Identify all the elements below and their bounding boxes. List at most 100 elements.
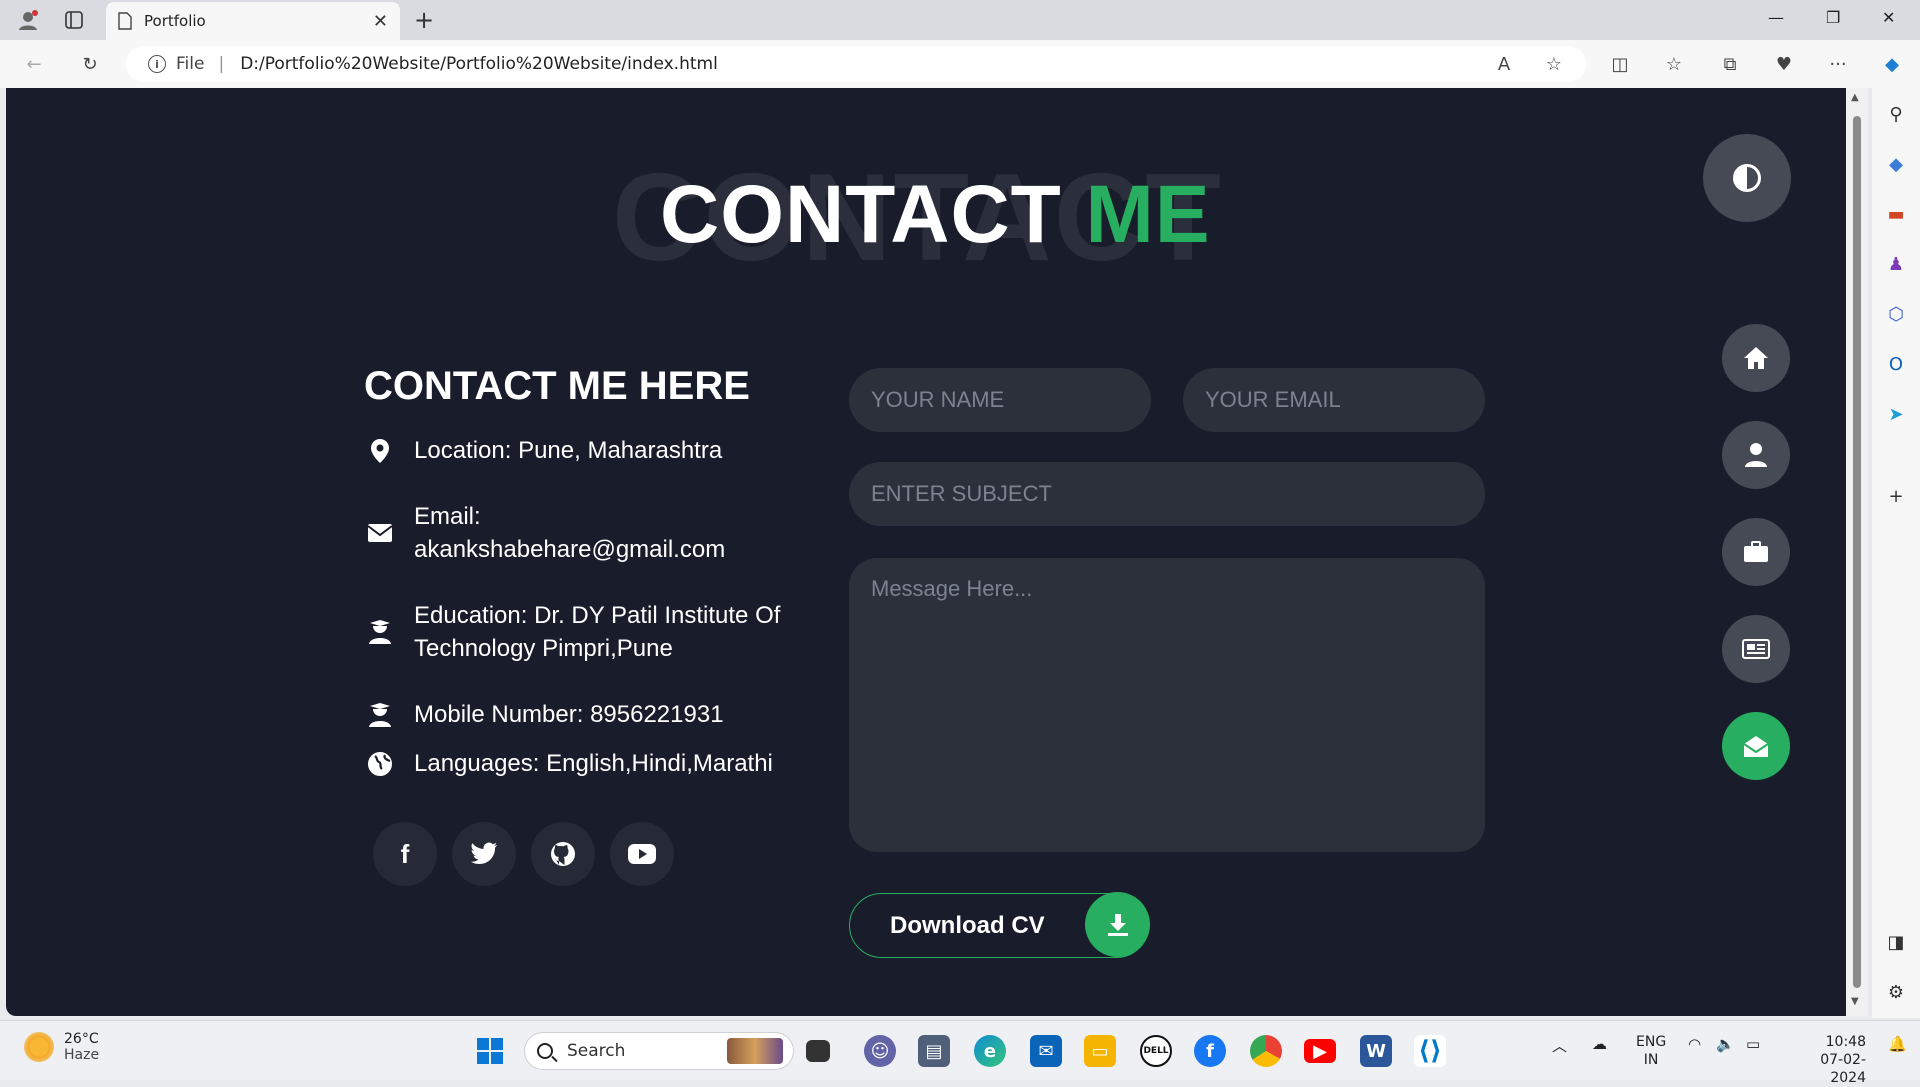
name-field[interactable]: YOUR NAME — [849, 368, 1151, 432]
youtube-app-icon[interactable]: ▶ — [1304, 1039, 1336, 1063]
search-icon[interactable]: ⚲ — [1884, 102, 1908, 126]
outlook-icon[interactable]: O — [1884, 352, 1908, 376]
language-indicator[interactable]: ENG IN — [1636, 1033, 1666, 1069]
add-sidebar-item-icon[interactable]: + — [1884, 484, 1908, 508]
send-icon[interactable]: ➤ — [1884, 402, 1908, 426]
tray-overflow-chevron-icon[interactable]: ︿ — [1552, 1035, 1567, 1056]
download-cv-label: Download CV — [890, 911, 1045, 939]
address-bar[interactable]: i File | D:/Portfolio%20Website/Portfoli… — [126, 46, 1586, 82]
sidebar-toggle-icon[interactable]: ◨ — [1884, 930, 1908, 954]
edge-sidebar: ⚲ ◆ ▬ ♟ ⬡ O ➤ + ◨ ⚙ — [1872, 88, 1920, 1018]
nav-about-button[interactable] — [1722, 421, 1790, 489]
close-tab-icon[interactable]: ✕ — [373, 11, 388, 32]
read-aloud-icon[interactable]: A — [1492, 52, 1516, 76]
printer-app-icon[interactable]: ▤ — [918, 1035, 950, 1067]
youtube-icon — [628, 844, 656, 864]
weather-widget[interactable]: 26°C Haze — [24, 1031, 99, 1063]
url-text[interactable]: D:/Portfolio%20Website/Portfolio%20Websi… — [240, 54, 718, 74]
start-windows-icon[interactable] — [474, 1035, 506, 1067]
wifi-icon[interactable]: ◠ — [1688, 1035, 1701, 1053]
refresh-icon[interactable]: ↻ — [78, 52, 102, 76]
favorite-star-icon[interactable]: ☆ — [1542, 52, 1566, 76]
youtube-button[interactable] — [610, 822, 674, 886]
message-textarea[interactable]: Message Here... — [849, 558, 1485, 852]
home-icon — [1744, 347, 1768, 369]
envelope-icon — [364, 516, 396, 549]
search-highlight-image — [727, 1038, 783, 1064]
chrome-icon[interactable] — [1250, 1035, 1282, 1067]
mail-icon[interactable]: ✉ — [1030, 1035, 1062, 1067]
address-separator: | — [218, 54, 225, 74]
taskbar-search[interactable]: Search — [524, 1032, 794, 1070]
collections-icon[interactable]: ⧉ — [1718, 52, 1742, 76]
nav-blog-button[interactable] — [1722, 615, 1790, 683]
nav-portfolio-button[interactable] — [1722, 518, 1790, 586]
tab-portfolio[interactable]: Portfolio ✕ — [106, 2, 400, 40]
subject-placeholder: ENTER SUBJECT — [871, 481, 1052, 506]
minimize-button[interactable]: — — [1768, 8, 1784, 27]
profile-icon[interactable] — [16, 8, 40, 32]
restore-button[interactable]: ❐ — [1826, 8, 1840, 27]
download-cv-button[interactable]: Download CV — [849, 892, 1150, 958]
task-view-icon[interactable] — [806, 1040, 830, 1062]
haze-sun-icon — [24, 1032, 54, 1062]
system-clock[interactable]: 10:48 07-02-2024 — [1786, 1033, 1866, 1087]
tab-actions-icon[interactable] — [62, 8, 86, 32]
search-icon — [537, 1043, 553, 1059]
close-window-button[interactable]: ✕ — [1882, 8, 1895, 27]
download-icon — [1085, 892, 1150, 957]
facebook-button[interactable]: f — [373, 822, 437, 886]
copilot-icon[interactable]: ◆ — [1880, 52, 1904, 76]
location-pin-icon — [364, 434, 396, 467]
scrollbar-thumb[interactable] — [1853, 116, 1861, 988]
games-icon[interactable]: ♟ — [1884, 252, 1908, 276]
dell-icon[interactable]: DELL — [1140, 1035, 1172, 1067]
edge-browser-icon[interactable]: e — [974, 1035, 1006, 1067]
onedrive-icon[interactable]: ☁ — [1592, 1035, 1607, 1053]
split-screen-icon[interactable]: ◫ — [1608, 52, 1632, 76]
scroll-up-arrow[interactable]: ▲ — [1851, 92, 1859, 103]
title-main: CONTACT — [660, 169, 1062, 260]
battery-icon[interactable]: ▭ — [1746, 1035, 1760, 1053]
briefcase-icon — [1744, 541, 1768, 562]
taskbar-search-label: Search — [567, 1041, 626, 1061]
github-button[interactable] — [531, 822, 595, 886]
graduate-icon — [364, 615, 396, 648]
volume-icon[interactable]: 🔈 — [1716, 1035, 1735, 1053]
vscode-icon[interactable]: ⟨⟩ — [1414, 1035, 1446, 1067]
windows-taskbar: 26°C Haze Search ☺ ▤ e ✉ ▭ DELL f ▶ W ⟨⟩… — [0, 1020, 1920, 1086]
notification-icon[interactable]: 🔔 — [1888, 1035, 1907, 1053]
subject-field[interactable]: ENTER SUBJECT — [849, 462, 1485, 526]
favorites-icon[interactable]: ☆ — [1662, 52, 1686, 76]
browser-essentials-icon[interactable]: ♥ — [1772, 52, 1796, 76]
info-languages-text: Languages: English,Hindi,Marathi — [414, 750, 773, 777]
facebook-app-icon[interactable]: f — [1194, 1035, 1226, 1067]
nav-contact-button[interactable] — [1722, 712, 1790, 780]
info-location-text: Location: Pune, Maharashtra — [414, 437, 723, 464]
info-icon[interactable]: i — [148, 55, 166, 73]
page-scrollbar[interactable]: ▲ ▼ — [1846, 88, 1868, 1016]
more-options-icon[interactable]: ··· — [1826, 52, 1850, 76]
word-icon[interactable]: W — [1360, 1035, 1392, 1067]
clock-time: 10:48 — [1825, 1034, 1866, 1050]
scroll-down-arrow[interactable]: ▼ — [1851, 996, 1859, 1007]
email-field[interactable]: YOUR EMAIL — [1183, 368, 1485, 432]
tools-icon[interactable]: ▬ — [1884, 202, 1908, 226]
info-mobile-text: Mobile Number: 8956221931 — [414, 701, 724, 728]
email-placeholder: YOUR EMAIL — [1205, 387, 1341, 412]
page-title: CONTACT ME — [660, 174, 1211, 256]
twitter-button[interactable] — [452, 822, 516, 886]
new-tab-button[interactable]: + — [414, 6, 434, 34]
page-viewport: CONTACT CONTACT ME CONTACT ME HERE Locat… — [6, 88, 1846, 1016]
microsoft-365-icon[interactable]: ⬡ — [1884, 302, 1908, 326]
contact-subheading: CONTACT ME HERE — [364, 364, 750, 408]
back-icon[interactable]: ← — [22, 52, 46, 76]
nav-home-button[interactable] — [1722, 324, 1790, 392]
theme-toggle-button[interactable] — [1703, 134, 1791, 222]
shopping-tag-icon[interactable]: ◆ — [1884, 152, 1908, 176]
file-explorer-icon[interactable]: ▭ — [1084, 1035, 1116, 1067]
weather-temperature: 26°C — [64, 1031, 99, 1047]
name-placeholder: YOUR NAME — [871, 387, 1005, 412]
settings-gear-icon[interactable]: ⚙ — [1884, 980, 1908, 1004]
teams-chat-icon[interactable]: ☺ — [864, 1035, 896, 1067]
